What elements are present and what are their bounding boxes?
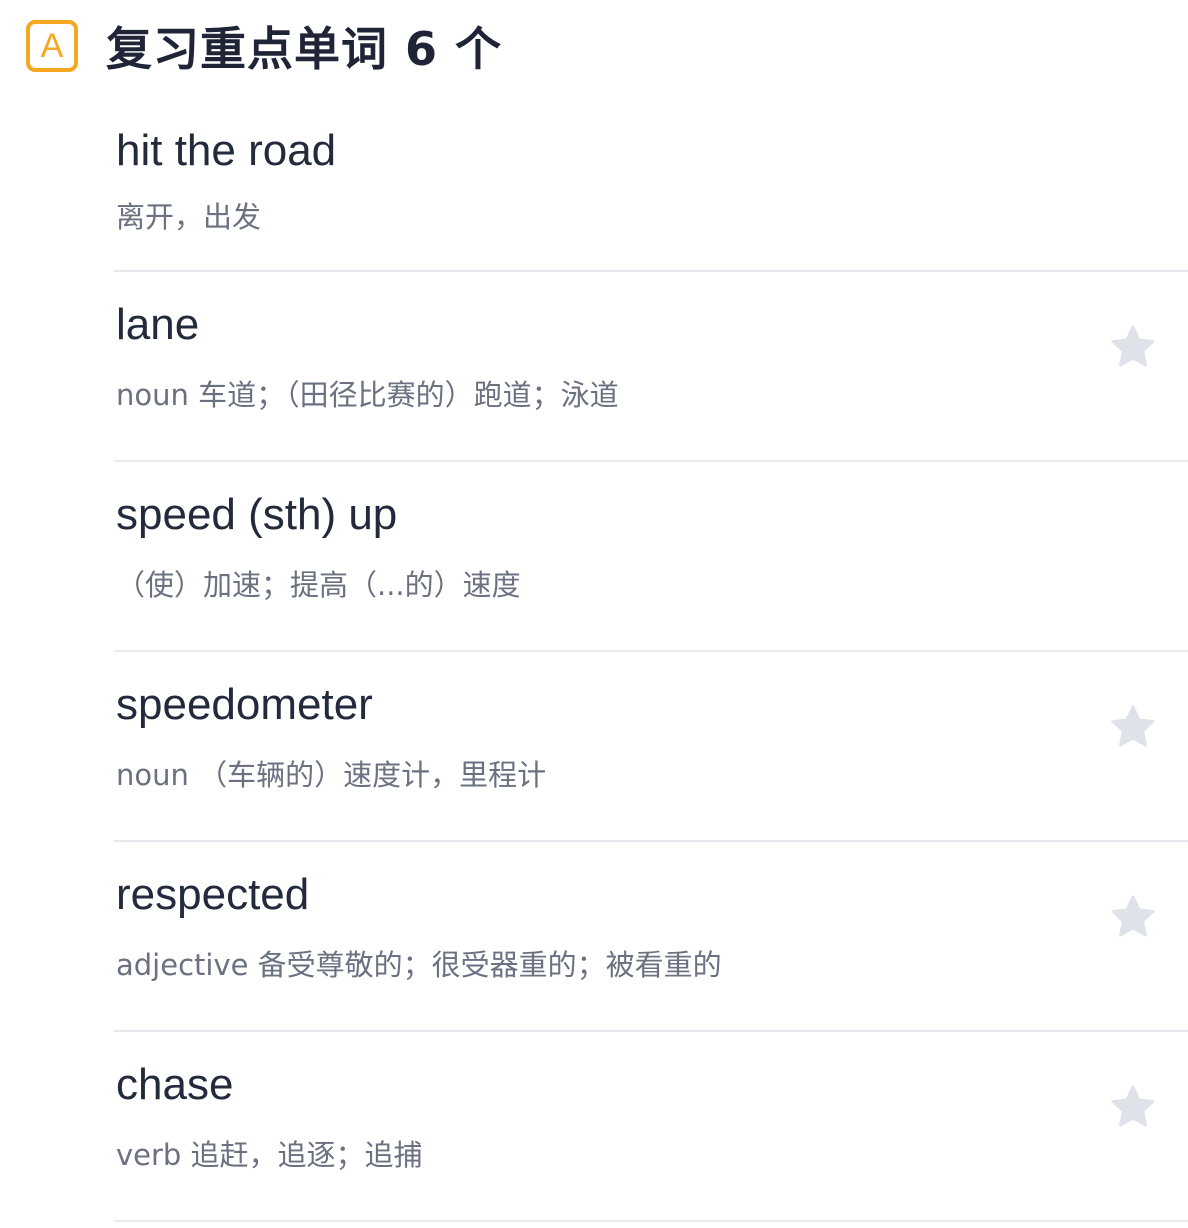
word-text: lane	[116, 300, 200, 349]
word-item-lane[interactable]: lane noun 车道；（田径比赛的）跑道；泳道	[114, 272, 1188, 462]
word-item-respected[interactable]: respected adjective 备受尊敬的；很受器重的；被看重的	[114, 842, 1188, 1032]
word-text: speedometer	[116, 680, 373, 729]
section-header: A 复习重点单词 6 个	[26, 14, 502, 78]
word-item-hit-the-road[interactable]: hit the road 离开，出发	[114, 96, 1188, 272]
star-icon[interactable]	[1108, 1082, 1158, 1132]
word-text: chase	[116, 1060, 234, 1109]
word-item-speedometer[interactable]: speedometer noun （车辆的）速度计，里程计	[114, 652, 1188, 842]
word-definition: adjective 备受尊敬的；很受器重的；被看重的	[116, 948, 722, 982]
star-icon[interactable]	[1108, 892, 1158, 942]
word-item-speed-sth-up[interactable]: speed (sth) up （使）加速；提高（...的）速度	[114, 462, 1188, 652]
star-icon[interactable]	[1108, 702, 1158, 752]
word-item-chase[interactable]: chase verb 追赶，追逐；追捕	[114, 1032, 1188, 1222]
word-text: speed (sth) up	[116, 490, 398, 539]
page-title: 复习重点单词 6 个	[106, 22, 503, 76]
word-text: respected	[116, 870, 310, 919]
word-definition: noun 车道；（田径比赛的）跑道；泳道	[116, 378, 619, 412]
star-icon[interactable]	[1108, 322, 1158, 372]
word-definition: noun （车辆的）速度计，里程计	[116, 758, 547, 792]
word-definition: （使）加速；提高（...的）速度	[116, 568, 521, 602]
word-definition: 离开，出发	[116, 200, 262, 234]
word-list: hit the road 离开，出发 lane noun 车道；（田径比赛的）跑…	[114, 96, 1188, 1222]
word-definition: verb 追赶，追逐；追捕	[116, 1138, 423, 1172]
letter-a-badge-icon: A	[26, 20, 78, 72]
word-text: hit the road	[116, 126, 337, 175]
